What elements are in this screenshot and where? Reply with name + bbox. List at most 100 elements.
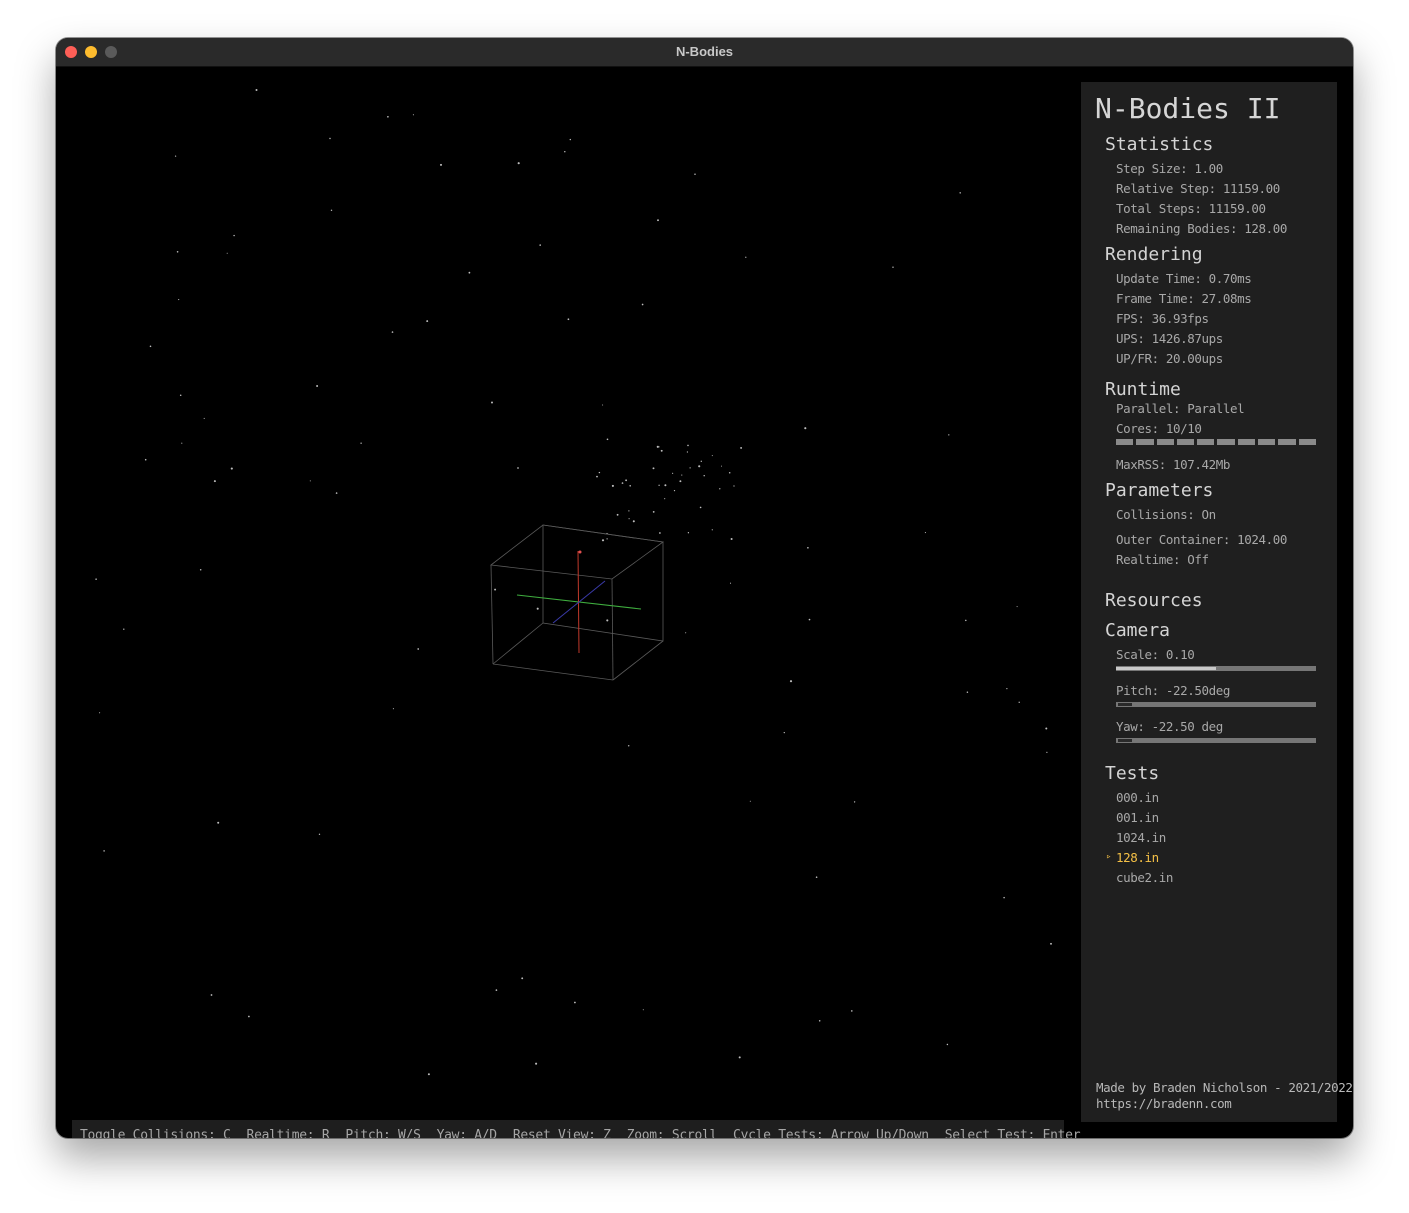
cube-edge (490, 564, 494, 665)
body-particle (807, 546, 809, 549)
body-particle (719, 488, 721, 490)
body-particle (1018, 701, 1020, 703)
core-segment (1217, 439, 1235, 445)
body-particle (468, 271, 471, 274)
camera-heading: Camera (1105, 620, 1171, 641)
rendering-heading: Rendering (1105, 244, 1203, 265)
body-particle (642, 1009, 644, 1011)
body-particle (1050, 942, 1052, 945)
body-particle (628, 518, 630, 520)
title-bar[interactable]: N-Bodies (56, 38, 1353, 67)
yaw-label: Yaw: -22.50 deg (1116, 719, 1223, 734)
scale-label: Scale: 0.10 (1116, 647, 1195, 662)
cube-edge (611, 578, 614, 681)
body-particle (850, 1010, 853, 1012)
resources-heading: Resources (1105, 590, 1203, 611)
test-item[interactable]: 1024.in (1116, 830, 1166, 845)
body-particle (672, 472, 674, 474)
body-particle (657, 219, 659, 222)
body-particle (689, 467, 691, 469)
body-particle (745, 256, 747, 258)
body-particle (99, 712, 101, 714)
relative-step-value: Relative Step: 11159.00 (1116, 181, 1280, 196)
core-segment (1237, 439, 1256, 445)
body-particle (149, 345, 152, 348)
hint-select-test: Select Test: Enter (944, 1128, 1081, 1138)
test-item-selected[interactable]: ▹ 128.in (1106, 850, 1159, 865)
body-particle (808, 618, 811, 621)
ups-value: UPS: 1426.87ups (1116, 331, 1223, 346)
body-particle (495, 989, 498, 991)
app-window: N-Bodies Toggle Collisions: C Realtime: … (56, 38, 1353, 1138)
collisions-value[interactable]: Collisions: On (1116, 507, 1216, 522)
realtime-value[interactable]: Realtime: Off (1116, 552, 1209, 567)
body-particle (959, 192, 961, 194)
core-segment (1176, 439, 1195, 445)
body-particle (815, 876, 818, 878)
body-particle (181, 442, 183, 444)
test-item[interactable]: cube2.in (1116, 870, 1173, 885)
scale-slider[interactable] (1116, 666, 1316, 671)
body-particle (412, 114, 414, 116)
simulation-viewport[interactable]: Toggle Collisions: C Realtime: R Pitch: … (56, 67, 1081, 1138)
yaw-slider[interactable] (1116, 738, 1316, 743)
body-particle (686, 451, 689, 453)
cube-edge (612, 640, 664, 681)
body-particle (602, 404, 604, 406)
body-particle (628, 510, 630, 512)
body-particle (606, 438, 609, 441)
fps-value: FPS: 36.93fps (1116, 311, 1209, 326)
body-particle (426, 320, 429, 323)
body-particle (248, 1015, 250, 1018)
core-segment (1258, 439, 1276, 445)
body-particle (625, 479, 628, 482)
body-particle (621, 482, 624, 484)
body-particle (329, 137, 331, 140)
body-particle (687, 444, 689, 447)
body-particle (728, 471, 731, 474)
keybinding-bar: Toggle Collisions: C Realtime: R Pitch: … (72, 1120, 1081, 1138)
body-particle (664, 498, 666, 500)
test-item[interactable]: 000.in (1116, 790, 1159, 805)
cores-usage-bar (1116, 439, 1316, 445)
body-particle (681, 474, 683, 476)
body-particle (783, 731, 785, 734)
test-item[interactable]: 001.in (1116, 810, 1159, 825)
step-size-value: Step Size: 1.00 (1116, 161, 1223, 176)
body-particle (176, 251, 179, 253)
body-particle (652, 511, 655, 513)
body-particle (606, 619, 609, 622)
body-particle (567, 318, 570, 321)
parallel-value: Parallel: Parallel (1116, 401, 1245, 416)
window-title: N-Bodies (675, 44, 734, 59)
body-particle (95, 578, 97, 580)
max-rss-value: MaxRSS: 107.42Mb (1116, 457, 1231, 472)
axis-marker (578, 550, 582, 554)
scene-canvas[interactable] (56, 67, 1076, 1138)
statistics-heading: Statistics (1105, 134, 1214, 155)
body-particle (965, 619, 967, 622)
body-particle (539, 244, 541, 246)
pitch-slider[interactable] (1116, 702, 1316, 707)
body-particle (335, 492, 338, 494)
hint-reset-view: Reset View: Z (512, 1128, 611, 1138)
body-particle (946, 1043, 949, 1046)
body-particle (213, 480, 216, 483)
body-particles (95, 89, 1052, 1076)
hint-pitch: Pitch: W/S (345, 1128, 421, 1138)
parameters-heading: Parameters (1105, 480, 1214, 501)
body-particle (517, 162, 520, 165)
body-particle (210, 994, 213, 996)
url-link[interactable]: https://bradenn.com (1096, 1096, 1232, 1111)
body-particle (711, 529, 713, 531)
body-particle (853, 801, 856, 803)
body-particle (818, 1020, 821, 1022)
body-particle (711, 455, 713, 457)
body-particle (316, 385, 319, 387)
body-particle (749, 800, 751, 802)
body-particle (427, 1073, 430, 1076)
body-particle (673, 489, 676, 492)
hint-toggle-collisions: Toggle Collisions: C (80, 1128, 231, 1138)
body-particle (391, 331, 394, 333)
body-particle (664, 484, 667, 487)
